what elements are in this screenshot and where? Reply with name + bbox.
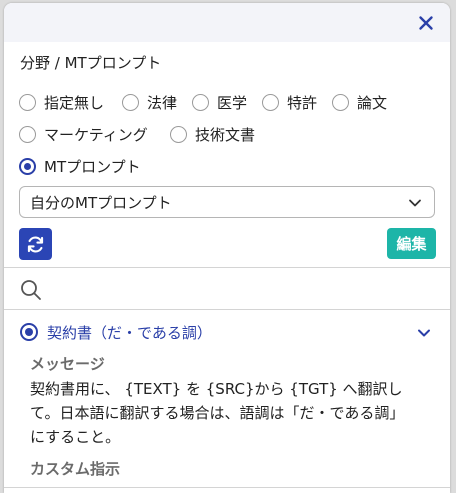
radio-icon (122, 94, 139, 111)
radio-checked-icon (20, 323, 38, 341)
search-button[interactable] (20, 279, 42, 305)
radio-option-patent[interactable]: 特許 (262, 92, 317, 113)
radio-label: マーケティング (44, 126, 148, 144)
radio-label: MTプロンプト (44, 158, 141, 176)
edit-button[interactable]: 編集 (387, 228, 436, 259)
radio-label: 指定無し (44, 94, 105, 112)
panel-header (4, 3, 450, 42)
chevron-down-icon[interactable] (417, 326, 431, 340)
divider (4, 487, 450, 488)
radio-option-technical-docs[interactable]: 技術文書 (170, 124, 255, 145)
section-title: 分野 / MTプロンプト (20, 54, 162, 72)
prompt-settings-panel: 分野 / MTプロンプト 指定無し 法律 医学 特許 論文 マーケティング 技術… (4, 3, 450, 493)
radio-label: 論文 (357, 94, 388, 112)
message-heading: メッセージ (30, 355, 105, 373)
mt-prompt-select[interactable]: 自分のMTプロンプト (19, 186, 435, 218)
radio-option-none[interactable]: 指定無し (19, 92, 104, 113)
message-line: て。日本語に翻訳する場合は、語調は「だ・である調」 (30, 404, 405, 422)
chevron-down-icon (409, 199, 421, 207)
search-icon (21, 280, 41, 300)
radio-icon (19, 126, 36, 143)
close-button[interactable] (414, 11, 438, 35)
radio-option-paper[interactable]: 論文 (332, 92, 387, 113)
radio-icon (262, 94, 279, 111)
radio-label: 法律 (147, 94, 178, 112)
message-body: 契約書用に、 {TEXT} を {SRC}から {TGT} へ翻訳し て。日本語… (30, 377, 430, 449)
selected-prompt-item[interactable]: 契約書（だ・である調） (20, 320, 435, 344)
divider (4, 309, 450, 310)
message-line: 契約書用に、 {TEXT} を {SRC}から {TGT} へ翻訳し (30, 380, 403, 398)
select-value: 自分のMTプロンプト (30, 193, 172, 212)
selected-prompt-label: 契約書（だ・である調） (47, 323, 212, 342)
refresh-button[interactable] (19, 228, 52, 260)
radio-label: 特許 (287, 94, 318, 112)
radio-icon (192, 94, 209, 111)
radio-icon (170, 126, 187, 143)
radio-icon (19, 94, 36, 111)
radio-option-law[interactable]: 法律 (122, 92, 177, 113)
message-line: にすること。 (30, 428, 121, 446)
radio-option-marketing[interactable]: マーケティング (19, 124, 148, 145)
divider (4, 267, 450, 268)
radio-option-mt-prompt[interactable]: MTプロンプト (19, 156, 141, 177)
radio-label: 医学 (217, 94, 248, 112)
radio-icon (332, 94, 349, 111)
radio-option-medicine[interactable]: 医学 (192, 92, 247, 113)
radio-label: 技術文書 (195, 126, 256, 144)
close-icon (419, 16, 433, 30)
custom-instruction-heading: カスタム指示 (30, 460, 121, 478)
refresh-icon (27, 236, 44, 253)
radio-checked-icon (19, 158, 36, 175)
